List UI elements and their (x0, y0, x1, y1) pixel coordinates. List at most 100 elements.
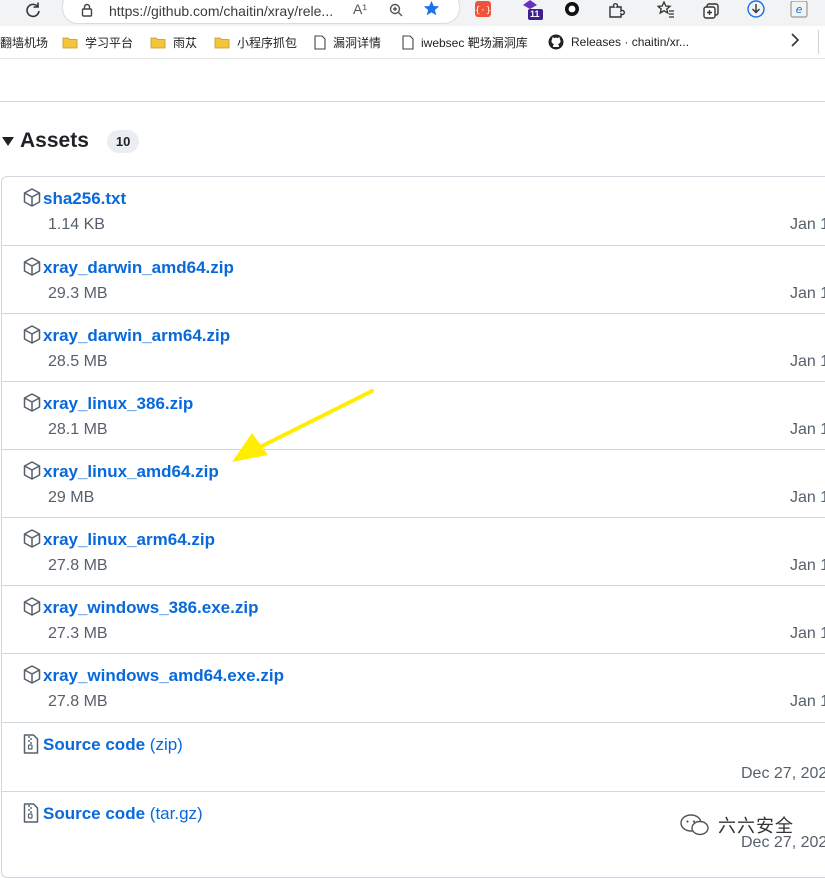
asset-link[interactable]: xray_windows_amd64.exe.zip (43, 666, 284, 686)
bookmarks-bar: 翻墙机场 学习平台 雨苁 小程序抓包 漏洞详情 iwebsec 靶场漏洞库 Re… (0, 26, 825, 59)
extension-badge-icon[interactable]: 11 (520, 0, 544, 20)
asset-row: xray_windows_386.exe.zip 27.3 MB Jan 1 (2, 585, 825, 654)
asset-link[interactable]: xray_windows_386.exe.zip (43, 598, 258, 618)
package-icon (23, 461, 41, 485)
svg-text:{·}: {·} (475, 6, 491, 16)
asset-date: Jan 1 (790, 421, 825, 438)
asset-size: 27.8 MB (48, 693, 108, 710)
asset-date: Jan 1 (790, 693, 825, 710)
refresh-icon (26, 2, 40, 18)
asset-size: 1.14 KB (48, 216, 105, 233)
bookmark-label: 学习平台 (85, 35, 134, 50)
package-icon (23, 325, 41, 349)
source-code-link[interactable]: Source code (tar.gz) (43, 804, 203, 824)
asset-date: Jan 1 (790, 625, 825, 642)
wechat-icon (680, 814, 709, 836)
bookmark-label: 小程序抓包 (237, 35, 298, 50)
asset-row-source: Source code (zip) Dec 27, 202 (2, 722, 825, 791)
address-bar[interactable]: https://github.com/chaitin/xray/rele... … (62, 0, 460, 24)
source-code-label: Source code (43, 735, 146, 754)
asset-date: Jan 1 (790, 489, 825, 506)
asset-size: 28.1 MB (48, 421, 108, 438)
asset-size: 27.3 MB (48, 625, 108, 642)
browser-toolbar: https://github.com/chaitin/xray/rele... … (0, 0, 825, 26)
bookmark-item[interactable]: 翻墙机场 (0, 33, 48, 51)
folder-icon (62, 36, 78, 49)
asset-link[interactable]: xray_darwin_arm64.zip (43, 326, 230, 346)
bookmark-label: iwebsec 靶场漏洞库 (421, 35, 528, 50)
github-icon (548, 34, 564, 50)
package-icon (23, 665, 41, 689)
url-text[interactable]: https://github.com/chaitin/xray/rele... (109, 3, 333, 19)
asset-size: 29 MB (48, 489, 95, 506)
bookmark-label: 雨苁 (173, 35, 198, 50)
source-code-format: (tar.gz) (149, 804, 203, 823)
watermark-text: 六六安全 (718, 816, 794, 836)
favorites-list-icon[interactable] (657, 0, 675, 20)
extension-circle-icon[interactable] (563, 0, 581, 20)
extension-badge-count: 11 (530, 9, 540, 19)
bookmark-vuln-details[interactable]: 漏洞详情 (314, 33, 381, 51)
asset-date: Dec 27, 202 (741, 765, 825, 782)
source-code-label: Source code (43, 804, 146, 823)
refresh-button[interactable] (20, 0, 46, 22)
page-icon (402, 34, 414, 50)
watermark: 六六安全 (680, 812, 794, 838)
caret-down-icon[interactable] (2, 136, 14, 146)
lock-icon (81, 3, 93, 22)
downloads-icon[interactable] (746, 0, 766, 20)
extensions-puzzle-icon[interactable] (607, 0, 625, 20)
asset-row: xray_darwin_arm64.zip 28.5 MB Jan 1 (2, 313, 825, 382)
collections-icon[interactable] (702, 0, 720, 20)
assets-count-badge: 10 (106, 129, 140, 153)
package-icon (23, 393, 41, 417)
asset-size: 28.5 MB (48, 353, 108, 370)
asset-size: 29.3 MB (48, 285, 108, 302)
asset-size: 27.8 MB (48, 557, 108, 574)
asset-row: xray_linux_amd64.zip 29 MB Jan 1 (2, 449, 825, 518)
package-icon (23, 529, 41, 553)
source-code-format: (zip) (149, 735, 183, 754)
asset-row: xray_linux_arm64.zip 27.8 MB Jan 1 (2, 517, 825, 586)
asset-link[interactable]: xray_linux_386.zip (43, 394, 193, 414)
folder-icon (214, 36, 230, 49)
zoom-icon[interactable] (389, 3, 403, 22)
file-zip-icon (23, 803, 39, 828)
asset-link[interactable]: xray_darwin_amd64.zip (43, 258, 234, 278)
bookmark-folder-yucong[interactable]: 雨苁 (150, 33, 197, 51)
package-icon (23, 597, 41, 621)
asset-link[interactable]: sha256.txt (43, 189, 126, 209)
source-code-link[interactable]: Source code (zip) (43, 735, 183, 755)
assets-header[interactable]: Assets 10 (0, 126, 140, 156)
read-aloud-icon[interactable]: A¹ (353, 1, 367, 17)
asset-date: Jan 1 (790, 353, 825, 370)
asset-date: Jan 1 (790, 285, 825, 302)
bookmark-releases[interactable]: Releases · chaitin/xr... (548, 33, 689, 51)
browser-edge-icon[interactable]: e (790, 0, 808, 20)
bookmark-label: 翻墙机场 (0, 35, 49, 50)
assets-list: sha256.txt 1.14 KB Jan 1 xray_darwin_amd… (1, 176, 825, 878)
extension-json-icon[interactable]: {·} (474, 0, 492, 20)
assets-title: Assets (20, 129, 89, 152)
file-zip-icon (23, 734, 39, 759)
bookmark-folder-study[interactable]: 学习平台 (62, 33, 133, 51)
asset-row: xray_darwin_amd64.zip 29.3 MB Jan 1 (2, 245, 825, 314)
svg-text:e: e (796, 3, 803, 16)
folder-icon (150, 36, 166, 49)
section-divider (0, 101, 825, 102)
package-icon (23, 188, 41, 212)
asset-row: sha256.txt 1.14 KB Jan 1 (2, 177, 825, 245)
bookmark-label: 漏洞详情 (333, 35, 382, 50)
asset-date: Jan 1 (790, 557, 825, 574)
favorite-star-icon[interactable] (423, 0, 440, 22)
page-icon (314, 34, 326, 50)
asset-row: xray_windows_amd64.exe.zip 27.8 MB Jan 1 (2, 653, 825, 722)
asset-link[interactable]: xray_linux_arm64.zip (43, 530, 215, 550)
asset-date: Jan 1 (790, 216, 825, 233)
package-icon (23, 257, 41, 281)
bookmark-label: Releases · chaitin/xr... (571, 35, 690, 49)
bookmark-folder-miniprogram[interactable]: 小程序抓包 (214, 33, 297, 51)
bookmark-iwebsec[interactable]: iwebsec 靶场漏洞库 (402, 33, 528, 51)
asset-link[interactable]: xray_linux_amd64.zip (43, 462, 219, 482)
chevron-right-icon[interactable] (790, 33, 800, 52)
